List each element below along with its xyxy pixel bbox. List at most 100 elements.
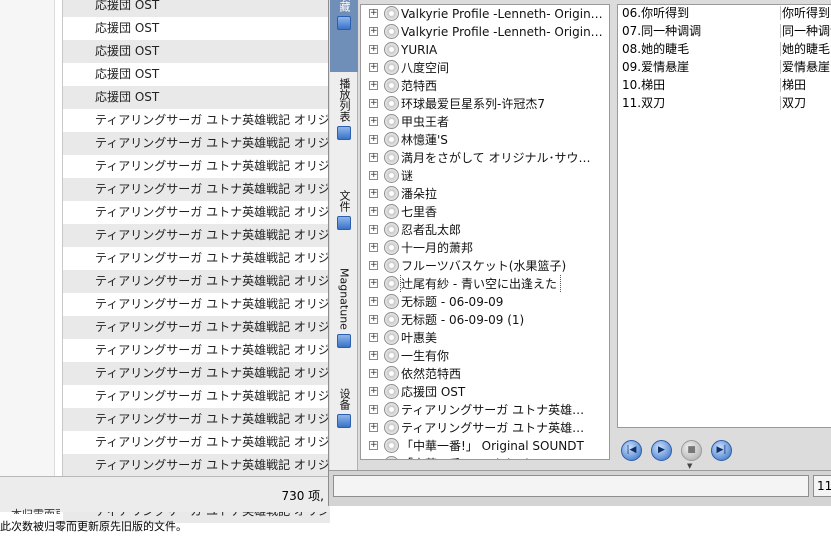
tree-item[interactable]: + 「中華一番!」 Original SOUNDT: [361, 437, 609, 455]
expand-icon[interactable]: +: [369, 423, 378, 432]
tree-item[interactable]: + ティアリングサーガ ユトナ英雄…: [361, 419, 609, 437]
expand-icon[interactable]: +: [370, 459, 378, 460]
tree-item[interactable]: + 一生有你: [361, 347, 609, 365]
playlist-count: 11: [813, 475, 831, 497]
table-row[interactable]: ティアリングサーガ ユトナ英雄戦記 オリジナル: [63, 178, 330, 201]
expand-icon[interactable]: +: [369, 243, 378, 252]
expand-icon[interactable]: +: [369, 351, 378, 360]
tree-item[interactable]: + YURIA: [361, 41, 609, 59]
expand-icon[interactable]: +: [369, 117, 378, 126]
table-row[interactable]: ティアリングサーガ ユトナ英雄戦記 オリジナル: [63, 431, 330, 454]
expand-icon[interactable]: +: [369, 405, 378, 414]
collection-tree[interactable]: + Valkyrie Profile -Lenneth- Origin… + Valk…: [360, 4, 610, 460]
expand-icon[interactable]: +: [369, 225, 378, 234]
table-row[interactable]: ティアリングサーガ ユトナ英雄戦記 オリジナル: [63, 201, 330, 224]
table-row[interactable]: ティアリングサーガ ユトナ英雄戦記 オリジナル: [63, 224, 330, 247]
tree-item[interactable]: + 无标题 - 06-09-09: [361, 293, 609, 311]
chevron-down-icon[interactable]: ▼: [687, 462, 692, 470]
expand-icon[interactable]: +: [369, 333, 378, 342]
album-disc-icon: [384, 294, 399, 309]
next-button[interactable]: ▶|: [711, 440, 732, 461]
expand-icon[interactable]: +: [369, 297, 378, 306]
music-player-window: 收藏 播放列表 文件 Magnatune 设备 + Valkyrie Profil…: [328, 0, 831, 506]
tree-item[interactable]: + 谜: [361, 167, 609, 185]
expand-icon[interactable]: +: [369, 63, 378, 72]
album-disc-icon: [384, 420, 399, 435]
expand-icon[interactable]: +: [369, 171, 378, 180]
previous-button[interactable]: |◀: [621, 440, 642, 461]
tab-collection[interactable]: 收藏: [330, 0, 358, 72]
table-row[interactable]: ティアリングサーガ ユトナ英雄戦記 オリジナル: [63, 155, 330, 178]
playlist-rows: 06.你听得到 你听得到 07.同一种调调 同一种调调 08.她的睫毛 她的睫毛 09.爱情…: [618, 5, 831, 112]
tree-item[interactable]: + 七里香: [361, 203, 609, 221]
expand-icon[interactable]: +: [369, 99, 378, 108]
table-row[interactable]: ティアリングサーガ ユトナ英雄戦記 オリジナル: [63, 408, 330, 431]
tree-item[interactable]: + 「中華一番!」 Original SOUND…: [361, 455, 609, 460]
tree-item[interactable]: + 忍者乱太郎: [361, 221, 609, 239]
table-row[interactable]: 応援団 OST: [63, 0, 330, 17]
tree-item[interactable]: + Valkyrie Profile -Lenneth- Origin…: [361, 5, 609, 23]
table-row[interactable]: ティアリングサーガ ユトナ英雄戦記 オリジナル: [63, 362, 330, 385]
tab-devices[interactable]: 设备: [330, 388, 358, 428]
expand-icon[interactable]: +: [369, 261, 378, 270]
tree-item[interactable]: + 范特西: [361, 77, 609, 95]
table-row[interactable]: 応援団 OST: [63, 86, 330, 109]
expand-icon[interactable]: +: [369, 153, 378, 162]
table-row[interactable]: ティアリングサーガ ユトナ英雄戦記 オリジナル: [63, 247, 330, 270]
tree-item[interactable]: + 満月をさがして オリジナル･サウ…: [361, 149, 609, 167]
tree-item[interactable]: + 応援団 OST: [361, 383, 609, 401]
expand-icon[interactable]: +: [369, 441, 378, 450]
table-row[interactable]: ティアリングサーガ ユトナ英雄戦記 オリジナル: [63, 293, 330, 316]
playlist-row[interactable]: 07.同一种调调 同一种调调: [618, 22, 831, 40]
playlist-row[interactable]: 10.梯田 梯田: [618, 76, 831, 94]
expand-icon[interactable]: +: [369, 81, 378, 90]
tab-playlist[interactable]: 播放列表: [330, 78, 358, 140]
expand-icon[interactable]: +: [369, 387, 378, 396]
tree-item[interactable]: + 叶惠美: [361, 329, 609, 347]
tree-item-label: Valkyrie Profile -Lenneth- Origin…: [401, 25, 603, 39]
expand-icon[interactable]: +: [369, 207, 378, 216]
tab-files[interactable]: 文件: [330, 190, 358, 230]
table-row[interactable]: ティアリングサーガ ユトナ英雄戦記 オリジナル: [63, 385, 330, 408]
table-row[interactable]: 応援団 OST: [63, 17, 330, 40]
stop-button[interactable]: ■: [681, 440, 702, 461]
table-row[interactable]: ティアリングサーガ ユトナ英雄戦記 オリジナル: [63, 132, 330, 155]
table-row[interactable]: ティアリングサーガ ユトナ英雄戦記 オリジナル: [63, 109, 330, 132]
tree-item[interactable]: + フルーツバスケット(水果篮子): [361, 257, 609, 275]
filter-input[interactable]: [333, 475, 809, 497]
tree-item[interactable]: + 十一月的萧邦: [361, 239, 609, 257]
tree-item[interactable]: + 无标题 - 06-09-09 (1): [361, 311, 609, 329]
expand-icon[interactable]: +: [369, 315, 378, 324]
table-row[interactable]: 応援団 OST: [63, 63, 330, 86]
playlist-row[interactable]: 08.她的睫毛 她的睫毛: [618, 40, 831, 58]
table-row[interactable]: ティアリングサーガ ユトナ英雄戦記 オリジナル: [63, 270, 330, 293]
tree-item[interactable]: + 八度空间: [361, 59, 609, 77]
playlist-row[interactable]: 09.爱情悬崖 爱情悬崖: [618, 58, 831, 76]
expand-icon[interactable]: +: [369, 45, 378, 54]
playlist-view[interactable]: 06.你听得到 你听得到 07.同一种调调 同一种调调 08.她的睫毛 她的睫毛 09.爱情…: [617, 4, 831, 428]
tree-item[interactable]: + 甲虫王者: [361, 113, 609, 131]
table-row[interactable]: ティアリングサーガ ユトナ英雄戦記 オリジナル: [63, 454, 330, 477]
tab-magnatune[interactable]: Magnatune: [330, 268, 358, 348]
expand-icon[interactable]: +: [369, 189, 378, 198]
tree-item[interactable]: + 依然范特西: [361, 365, 609, 383]
tree-item[interactable]: + 林憶蓮'S: [361, 131, 609, 149]
tree-item[interactable]: + ティアリングサーガ ユトナ英雄…: [361, 401, 609, 419]
album-disc-icon: [384, 258, 399, 273]
tree-item[interactable]: + Valkyrie Profile -Lenneth- Origin…: [361, 23, 609, 41]
tree-item[interactable]: + 潘朵拉: [361, 185, 609, 203]
expand-icon[interactable]: +: [369, 135, 378, 144]
expand-icon[interactable]: +: [369, 27, 378, 36]
playlist-row[interactable]: 11.双刀 双刀: [618, 94, 831, 112]
playlist-row[interactable]: 06.你听得到 你听得到: [618, 5, 831, 22]
expand-icon[interactable]: +: [369, 9, 378, 18]
table-row[interactable]: ティアリングサーガ ユトナ英雄戦記 オリジナル: [63, 339, 330, 362]
side-tab-bar: 收藏 播放列表 文件 Magnatune 设备: [330, 0, 358, 475]
table-row[interactable]: 応援団 OST: [63, 40, 330, 63]
expand-icon[interactable]: +: [369, 279, 378, 288]
expand-icon[interactable]: +: [369, 369, 378, 378]
tree-item[interactable]: + 环球最爱巨星系列-许冠杰7: [361, 95, 609, 113]
table-row[interactable]: ティアリングサーガ ユトナ英雄戦記 オリジナル: [63, 316, 330, 339]
play-button[interactable]: ▶: [651, 440, 672, 461]
tree-item[interactable]: + 辻尾有紗 - 青い空に出逢えた: [361, 275, 609, 293]
